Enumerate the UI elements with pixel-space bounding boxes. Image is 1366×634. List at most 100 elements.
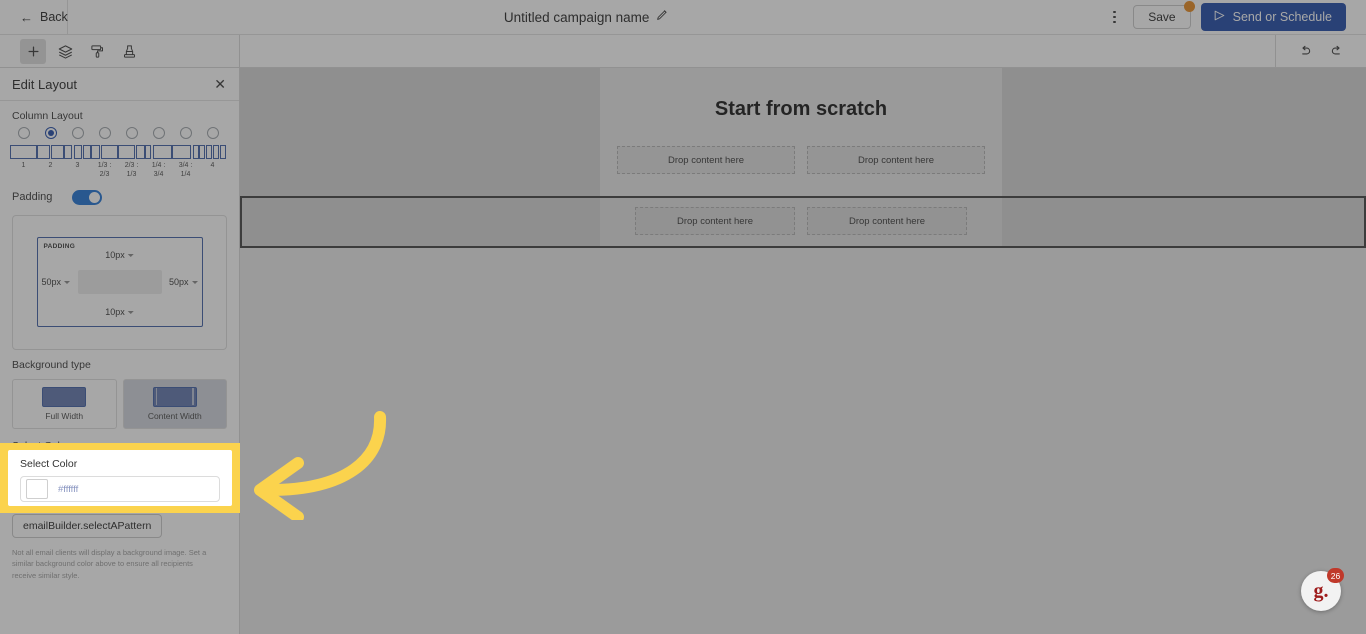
history-controls [1275,34,1366,68]
column-layout-radio-6[interactable] [152,127,165,139]
drop-zone[interactable]: Drop content here [807,146,985,174]
padding-toggle[interactable] [72,189,103,205]
column-layout-label: Column Layout [12,110,83,122]
app-header: ← Back Untitled campaign name Save Send … [0,0,1366,35]
column-layout-radio-7[interactable] [179,127,192,139]
background-type-label: Background type [12,358,91,371]
drop-zone[interactable]: Drop content here [617,146,795,174]
column-block [51,145,64,159]
column-layout-option-2[interactable] [37,127,64,139]
canvas-row-2-selected[interactable]: Drop content here Drop content here [240,196,1366,248]
column-layout-thumb-7[interactable] [172,145,199,159]
column-layout-label-5: 2/3 :1/3 [124,162,139,178]
column-layout-radio-5[interactable] [125,127,138,139]
column-block [64,145,72,159]
padding-bottom-control[interactable]: 10px [105,307,134,317]
column-block [145,145,152,159]
canvas-row-1[interactable]: Start from scratch Drop content here Dro… [240,68,1366,196]
column-block [220,145,226,159]
app-root: ← Back Untitled campaign name Save Send … [0,0,1366,634]
chevron-down-icon [127,253,134,257]
padding-top-control[interactable]: 10px [105,250,134,260]
padding-row: Padding [0,180,239,205]
column-layout-option-8[interactable] [199,127,226,139]
select-color-input[interactable]: #ffffff [20,476,220,502]
background-type-full-width[interactable]: Full Width [12,378,117,429]
column-layout-thumb-5[interactable] [118,145,145,159]
padding-left-value: 50px [41,277,62,287]
column-layout-option-5[interactable] [118,127,145,139]
close-icon[interactable]: ✕ [214,77,226,91]
paint-roller-icon[interactable] [84,39,110,64]
help-chat-button[interactable]: g. 26 [1301,568,1344,611]
pencil-icon[interactable] [656,8,669,26]
back-button[interactable]: ← Back [0,0,68,34]
back-button-label: Back [40,10,68,24]
column-layout-radio-3[interactable] [71,127,84,139]
send-or-schedule-button[interactable]: Send or Schedule [1200,3,1346,31]
drop-zone[interactable]: Drop content here [807,207,967,235]
padding-box: PADDING 10px 50px 50px 10px [36,237,203,327]
redo-icon[interactable] [1326,40,1348,62]
campaign-title-group: Untitled campaign name [68,8,1105,26]
column-layout-label-1: 1 [21,162,26,169]
column-layout-radio-2[interactable] [44,127,57,139]
unsaved-changes-badge [1183,1,1195,12]
padding-left-control[interactable]: 50px [42,277,71,287]
body-patterns-note: Not all email clients will display a bac… [12,547,207,580]
column-block [37,145,50,159]
column-layout-option-1[interactable] [10,127,37,139]
canvas-row-2-dropzones: Drop content here Drop content here [600,198,1002,235]
column-layout-radio-4[interactable] [98,127,111,139]
column-layout-radio-8[interactable] [206,127,219,139]
padding-label: Padding [12,191,53,203]
kebab-menu-icon[interactable] [1105,6,1123,28]
column-block [118,145,135,159]
canvas-row-2-content: Drop content here Drop content here [600,198,1002,246]
padding-preview-inner [77,270,162,294]
column-layout-option-4[interactable] [91,127,118,139]
column-layout-option-7[interactable] [172,127,199,139]
column-layout-thumb-1[interactable] [10,145,37,159]
add-content-tool[interactable] [20,38,46,64]
column-block [152,145,172,159]
column-layout-label-8: 4 [210,162,215,169]
chevron-down-icon [127,310,134,314]
column-layout-option-6[interactable] [145,127,172,139]
layers-icon[interactable] [52,39,78,64]
column-layout-option-3[interactable] [64,127,91,139]
save-button-label: Save [1148,10,1176,24]
select-pattern-button[interactable]: emailBuilder.selectAPattern [12,513,163,538]
drop-zone[interactable]: Drop content here [635,207,795,235]
column-layout-thumb-6[interactable] [145,145,172,159]
padding-right-value: 50px [168,277,189,287]
background-type-content-width[interactable]: Content Width [122,378,227,429]
content-width-icon [152,386,197,407]
back-arrow-icon: ← [20,9,33,25]
column-block [206,145,212,159]
color-swatch[interactable] [26,479,48,499]
undo-icon[interactable] [1294,40,1316,62]
stamp-icon[interactable] [116,39,142,64]
background-type-options: Full Width Content Width [0,376,239,429]
email-canvas: Start from scratch Drop content here Dro… [240,68,1366,634]
brand-logo: g. [1313,579,1329,602]
edit-layout-panel: Edit Layout ✕ Column Layout 1 2 3 1/3 :2/3 2… [0,68,240,634]
column-layout-label-7: 3/4 :1/4 [178,162,193,178]
page-title: Untitled campaign name [503,9,650,25]
column-layout-thumb-2[interactable] [37,145,64,159]
padding-right-control[interactable]: 50px [169,277,198,287]
column-layout-thumb-3[interactable] [64,145,91,159]
column-layout-thumb-8[interactable] [199,145,226,159]
save-button[interactable]: Save [1133,1,1195,29]
select-color-highlight: Select Color #ffffff [0,443,240,513]
column-layout-label-6: 1/4 :3/4 [151,162,166,178]
column-block [101,145,118,159]
toolbar-tools [0,34,240,68]
padding-bottom-value: 10px [105,307,125,317]
column-block [10,145,37,159]
column-layout-radio-1[interactable] [17,127,30,139]
column-layout-thumb-4[interactable] [91,145,118,159]
padding-box-label: PADDING [43,243,76,250]
column-layout-radios [0,127,239,139]
